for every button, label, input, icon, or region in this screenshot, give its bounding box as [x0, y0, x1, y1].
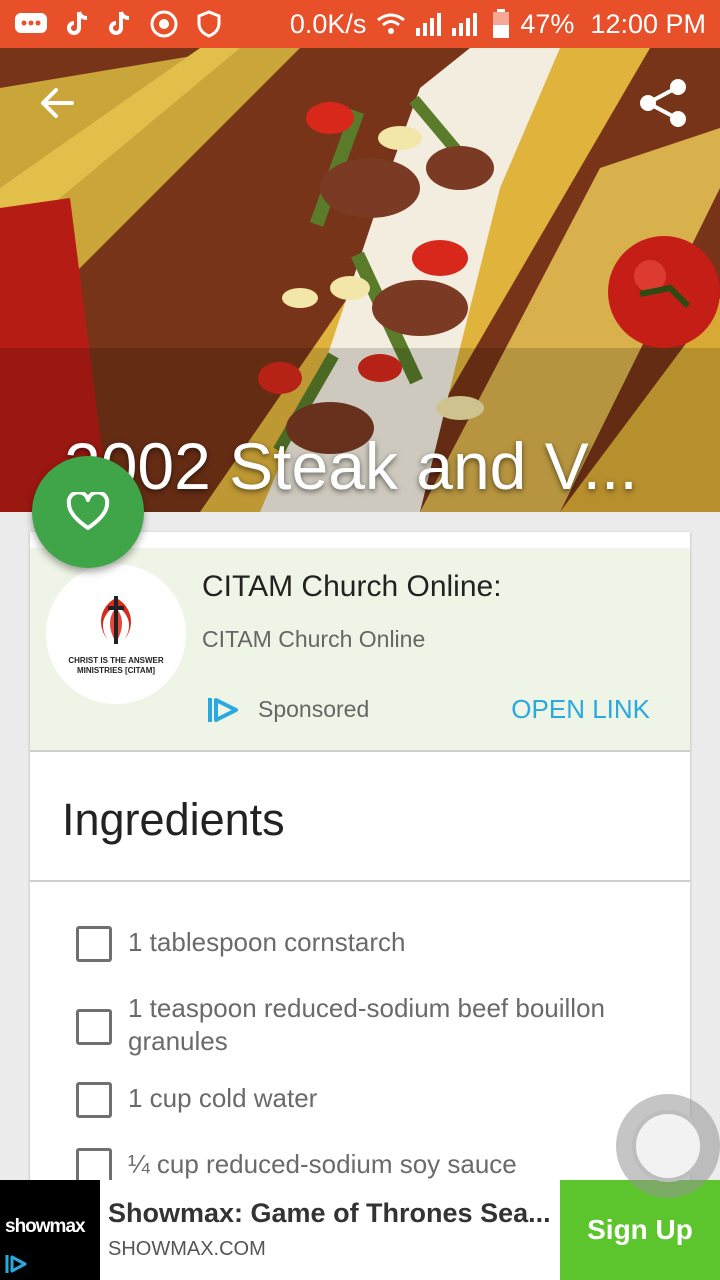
share-button[interactable] [614, 48, 714, 158]
ingredient-text: 1 tablespoon cornstarch [128, 927, 406, 957]
sponsored-icon [208, 698, 238, 722]
floating-circle-icon [632, 1110, 704, 1182]
showmax-logo: showmax [0, 1180, 100, 1280]
floating-assist-button[interactable] [616, 1094, 720, 1198]
recipe-title: 2002 Steak and V... [64, 429, 638, 503]
showmax-brand-text: showmax [5, 1216, 86, 1237]
ingredients-heading: Ingredients [62, 794, 285, 845]
sponsored-ad[interactable]: CHRIST IS THE ANSWER MINISTRIES [CITAM] … [30, 548, 690, 750]
sponsored-icon [5, 1255, 27, 1273]
battery-icon [492, 9, 510, 39]
divider [30, 880, 690, 882]
ingredient-item: 1 tablespoon cornstarch [76, 926, 656, 962]
battery-level: 47% [520, 8, 575, 39]
ad-title: CITAM Church Online: [202, 570, 502, 603]
clock: 12:00 PM [590, 8, 706, 39]
ingredients-list: 1 tablespoon cornstarch 1 teaspoon reduc… [76, 926, 656, 1214]
recipe-card: CHRIST IS THE ANSWER MINISTRIES [CITAM] … [30, 532, 690, 1184]
back-button[interactable] [6, 48, 106, 158]
heart-icon [66, 492, 110, 530]
open-link-button[interactable]: OPEN LINK [511, 694, 650, 725]
ingredient-item: 1 teaspoon reduced-sodium beef bouillon … [76, 992, 656, 1058]
advertiser-logo: CHRIST IS THE ANSWER MINISTRIES [CITAM] [46, 564, 186, 704]
divider [30, 750, 690, 752]
favorite-button[interactable] [32, 456, 144, 568]
recipe-hero-image: 2002 Steak and V... [0, 48, 720, 512]
ingredient-text: 1 teaspoon reduced-sodium beef bouillon … [128, 993, 606, 1056]
citam-logo-icon [101, 596, 131, 644]
ad-subtitle: CITAM Church Online [202, 626, 426, 652]
bottom-banner-ad[interactable]: showmax Showmax: Game of Thrones Sea... … [0, 1180, 720, 1280]
ingredient-checkbox[interactable] [76, 1148, 112, 1184]
ingredient-checkbox[interactable] [76, 1082, 112, 1118]
tiktok-icon [108, 10, 132, 38]
wifi-icon [376, 12, 406, 36]
ingredient-checkbox[interactable] [76, 1009, 112, 1045]
advertiser-logo-text: CHRIST IS THE ANSWER MINISTRIES [CITAM] [68, 656, 164, 675]
ingredient-item: 1 cup cold water [76, 1082, 656, 1118]
ingredient-item: ¼ cup reduced-sodium soy sauce [76, 1148, 656, 1184]
tiktok-icon [66, 10, 90, 38]
network-speed: 0.0K/s [289, 8, 367, 39]
ingredient-text: ¼ cup reduced-sodium soy sauce [128, 1149, 517, 1179]
signal-icon [416, 12, 482, 36]
ingredient-checkbox[interactable] [76, 926, 112, 962]
share-icon [640, 79, 686, 127]
sponsored-label: Sponsored [258, 696, 370, 722]
banner-domain: SHOWMAX.COM [108, 1238, 266, 1260]
ingredient-text: 1 cup cold water [128, 1083, 318, 1113]
back-arrow-icon [41, 88, 74, 118]
shield-icon [196, 10, 222, 38]
status-bar: 0.0K/s 47% 12:00 PM [0, 0, 720, 48]
chrome-icon [150, 10, 178, 38]
message-icon [14, 11, 48, 37]
banner-title: Showmax: Game of Thrones Sea... [108, 1198, 551, 1228]
sign-up-button[interactable]: Sign Up [560, 1180, 720, 1280]
